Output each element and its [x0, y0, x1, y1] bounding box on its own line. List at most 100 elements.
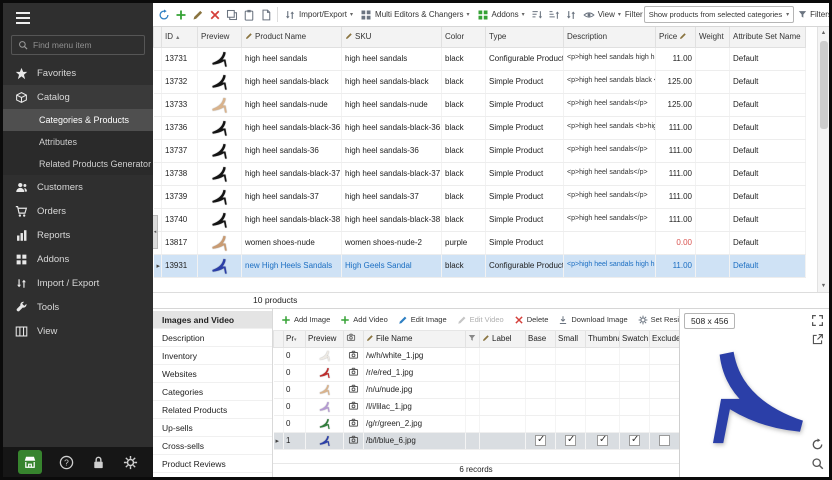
- view-button[interactable]: View▾: [580, 7, 624, 23]
- set-resize-rule-button[interactable]: Set Resize Rule▾: [635, 313, 679, 327]
- header-small[interactable]: Small: [556, 331, 586, 347]
- sidebar-search[interactable]: [11, 35, 145, 55]
- image-row[interactable]: ▸ 1 /b/l/blue_6.jpg: [274, 432, 680, 449]
- filters-button[interactable]: Filters▾: [795, 8, 829, 21]
- table-row[interactable]: ▸ 13732 high heel sandals-black high hee…: [154, 70, 806, 93]
- menu-toggle-button[interactable]: [3, 3, 153, 33]
- header-color[interactable]: Color: [442, 27, 486, 47]
- paste-button[interactable]: [242, 8, 256, 22]
- table-row[interactable]: ▸ 13931 new High Heels Sandals High Geel…: [154, 254, 806, 277]
- filter-mode-select[interactable]: Show products from selected categories▾: [644, 6, 794, 23]
- add-video-button[interactable]: Add Video: [337, 313, 390, 327]
- detail-tab[interactable]: Description: [153, 329, 272, 347]
- table-row[interactable]: ▸ 13738 high heel sandals-black-37 high …: [154, 162, 806, 185]
- header-weight[interactable]: Weight: [696, 27, 730, 47]
- settings-button[interactable]: [123, 455, 138, 470]
- header-preview[interactable]: Preview: [306, 331, 344, 347]
- detail-tab[interactable]: Cross-sells: [153, 437, 272, 455]
- zoom-button[interactable]: [811, 457, 824, 470]
- image-row[interactable]: ▸ 0 /w/h/white_1.jpg: [274, 347, 680, 364]
- panel-collapse-handle[interactable]: ◂: [153, 215, 158, 249]
- sidebar-item-customers[interactable]: Customers: [3, 175, 153, 199]
- sidebar-item-favorites[interactable]: Favorites: [3, 61, 153, 85]
- sidebar-item-view[interactable]: View: [3, 319, 153, 343]
- multi-editors-button[interactable]: Multi Editors & Changers▾: [357, 7, 473, 23]
- header-base[interactable]: Base: [526, 331, 556, 347]
- header-attribute-set[interactable]: Attribute Set Name: [730, 27, 806, 47]
- scrollbar-thumb[interactable]: [820, 41, 828, 129]
- search-input[interactable]: [33, 40, 138, 50]
- header-thumbnail[interactable]: Thumbna: [586, 331, 620, 347]
- edit-video-button[interactable]: Edit Video: [454, 313, 507, 327]
- base-checkbox[interactable]: [535, 435, 546, 446]
- open-external-button[interactable]: [811, 333, 824, 346]
- copy-button[interactable]: [225, 8, 239, 22]
- delete-product-button[interactable]: [208, 8, 222, 22]
- sidebar-item-addons[interactable]: Addons: [3, 247, 153, 271]
- image-row[interactable]: ▸ 0 /l/i/lilac_1.jpg: [274, 398, 680, 415]
- table-row[interactable]: ▸ 13731 high heel sandals high heel sand…: [154, 47, 806, 70]
- table-row[interactable]: ▸ 13740 high heel sandals-black-38 high …: [154, 208, 806, 231]
- header-id[interactable]: ID▲: [162, 27, 198, 47]
- refresh-preview-button[interactable]: [811, 438, 824, 451]
- table-row[interactable]: ▸ 13817 women shoes-nude women shoes-nud…: [154, 231, 806, 254]
- header-label[interactable]: Label: [480, 331, 526, 347]
- swatch-checkbox[interactable]: [629, 435, 640, 446]
- image-row[interactable]: ▸ 0 /r/e/red_1.jpg: [274, 364, 680, 381]
- thumbnail-checkbox[interactable]: [597, 435, 608, 446]
- help-button[interactable]: [59, 455, 74, 470]
- detail-tab[interactable]: Product Reviews: [153, 455, 272, 473]
- sidebar-item-tools[interactable]: Tools: [3, 295, 153, 319]
- detail-tab[interactable]: Images and Video: [153, 311, 272, 329]
- expand-icon[interactable]: ▸: [157, 263, 161, 270]
- header-media-type[interactable]: [344, 331, 364, 347]
- edit-product-button[interactable]: [191, 8, 205, 22]
- scroll-down-arrow[interactable]: ▼: [821, 280, 826, 292]
- sidebar-item-reports[interactable]: Reports: [3, 223, 153, 247]
- table-row[interactable]: ▸ 13739 high heel sandals-37 high heel s…: [154, 185, 806, 208]
- table-row[interactable]: ▸ 13737 high heel sandals-36 high heel s…: [154, 139, 806, 162]
- refresh-button[interactable]: [157, 8, 171, 22]
- addons-button[interactable]: Addons▾: [474, 7, 528, 23]
- header-exclude[interactable]: Exclude: [650, 331, 680, 347]
- reorder-button[interactable]: [564, 8, 578, 22]
- header-type[interactable]: Type: [486, 27, 564, 47]
- import-export-button[interactable]: Import/Export▾: [281, 7, 356, 23]
- scroll-up-arrow[interactable]: ▲: [821, 27, 826, 39]
- detail-tab[interactable]: Inventory: [153, 347, 272, 365]
- header-filter[interactable]: [466, 331, 480, 347]
- table-row[interactable]: ▸ 13736 high heel sandals-black-36 high …: [154, 116, 806, 139]
- header-preview[interactable]: Preview: [198, 27, 242, 47]
- sort-descending-button[interactable]: [547, 8, 561, 22]
- sidebar-item-catalog[interactable]: Catalog: [3, 85, 153, 109]
- detail-tab[interactable]: Related Products: [153, 401, 272, 419]
- vertical-scrollbar[interactable]: ▲ ▼: [817, 27, 829, 292]
- add-product-button[interactable]: [174, 8, 188, 22]
- sort-ascending-button[interactable]: [530, 8, 544, 22]
- sidebar-item-import-export[interactable]: Import / Export: [3, 271, 153, 295]
- edit-image-button[interactable]: Edit Image: [395, 313, 450, 327]
- sidebar-item-orders[interactable]: Orders: [3, 199, 153, 223]
- detail-tab[interactable]: Up-sells: [153, 419, 272, 437]
- header-description[interactable]: Description: [564, 27, 656, 47]
- lock-button[interactable]: [91, 455, 106, 470]
- table-row[interactable]: ▸ 13733 high heel sandals-nude high heel…: [154, 93, 806, 116]
- add-image-button[interactable]: Add Image: [278, 313, 333, 327]
- header-file-name[interactable]: File Name: [364, 331, 466, 347]
- header-product-name[interactable]: Product Name: [242, 27, 342, 47]
- sidebar-item-categories-products[interactable]: Categories & Products: [3, 109, 153, 131]
- header-swatch[interactable]: Swatch: [620, 331, 650, 347]
- header-sku[interactable]: SKU: [342, 27, 442, 47]
- sidebar-item-related-products-generator[interactable]: Related Products Generator: [3, 153, 153, 175]
- small-checkbox[interactable]: [565, 435, 576, 446]
- image-row[interactable]: ▸ 0 /g/r/green_2.jpg: [274, 415, 680, 432]
- detail-tab[interactable]: Websites: [153, 365, 272, 383]
- delete-image-button[interactable]: Delete: [511, 313, 552, 327]
- header-position[interactable]: Pr▾: [284, 331, 306, 347]
- expand-icon[interactable]: ▸: [276, 438, 280, 445]
- sidebar-item-attributes[interactable]: Attributes: [3, 131, 153, 153]
- download-image-button[interactable]: Download Image: [555, 313, 630, 327]
- duplicate-button[interactable]: [259, 8, 273, 22]
- store-button[interactable]: [18, 450, 42, 474]
- image-row[interactable]: ▸ 0 /n/u/nude.jpg: [274, 381, 680, 398]
